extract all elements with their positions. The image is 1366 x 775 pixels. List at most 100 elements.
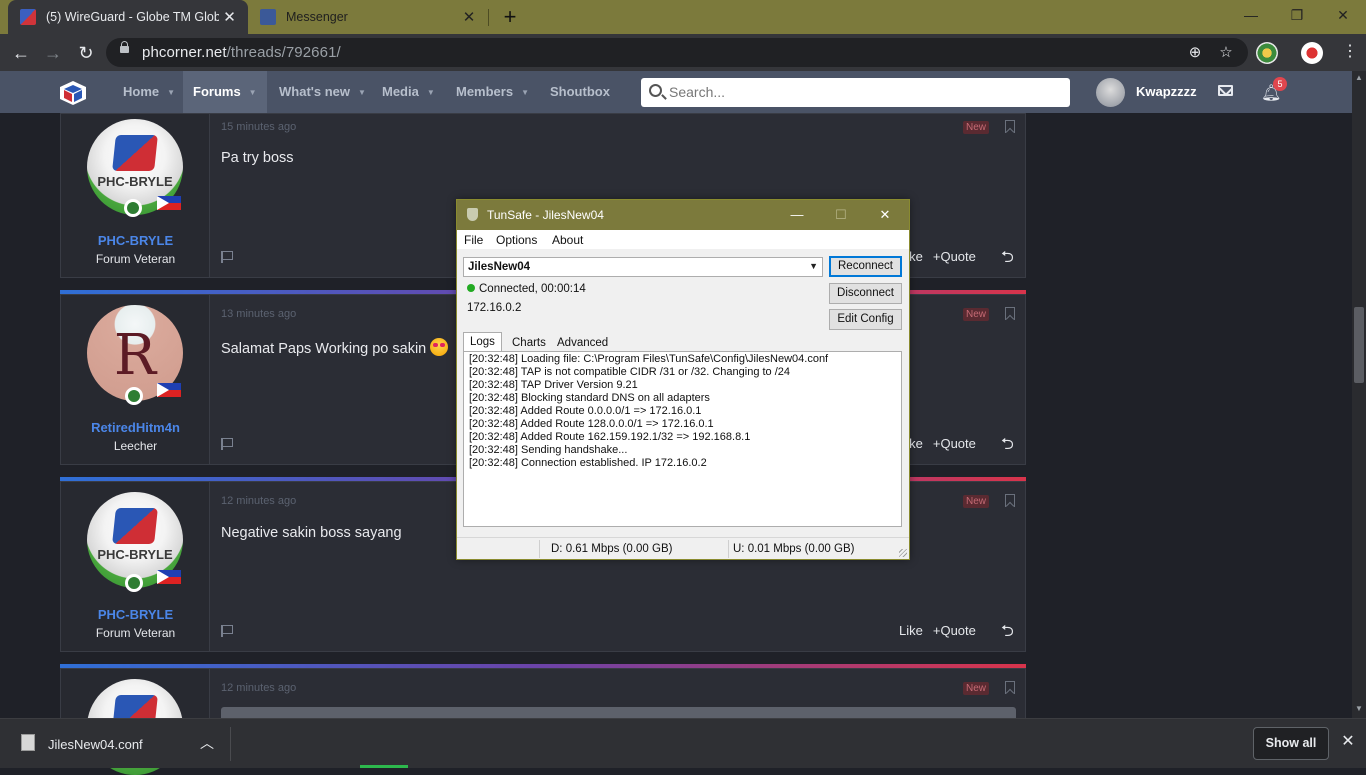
bookmark-icon[interactable] xyxy=(1005,120,1015,133)
scroll-up-icon[interactable]: ▲ xyxy=(1352,71,1366,85)
phcorner-logo-icon[interactable] xyxy=(58,79,88,107)
resize-grip-icon[interactable] xyxy=(899,549,907,557)
post-username[interactable]: PHC-BRYLE xyxy=(61,607,210,622)
post-username[interactable]: RetiredHitm4n xyxy=(61,420,210,435)
tunsafe-maximize-button[interactable]: ☐ xyxy=(819,200,863,230)
page-scrollbar[interactable]: ▲ ▼ xyxy=(1352,71,1366,718)
quote-button[interactable]: +Quote xyxy=(933,249,976,264)
url-path: /threads/792661/ xyxy=(226,44,341,61)
report-flag-icon[interactable] xyxy=(221,625,233,637)
reload-icon[interactable]: ↻ xyxy=(73,40,99,66)
phc-cube-icon xyxy=(112,508,158,544)
chevron-down-icon[interactable]: ▼ xyxy=(809,261,818,271)
tunsafe-minimize-button[interactable]: — xyxy=(775,200,819,230)
quote-button[interactable]: +Quote xyxy=(933,623,976,638)
tab-wireguard[interactable]: (5) WireGuard - Globe TM Globe ✕ xyxy=(8,0,248,34)
message-text: Salamat Paps Working po sakin xyxy=(221,341,427,357)
tunsafe-close-button[interactable]: ✕ xyxy=(863,200,907,230)
nav-label: Members xyxy=(456,84,514,99)
menu-options[interactable]: Options xyxy=(496,233,537,247)
download-file-name[interactable]: JilesNew04.conf xyxy=(48,737,143,752)
reconnect-button[interactable]: Reconnect xyxy=(829,256,902,277)
extension-icon[interactable] xyxy=(1256,42,1278,64)
bookmark-icon[interactable] xyxy=(1005,307,1015,320)
nav-media[interactable]: Media ▼ xyxy=(382,71,435,113)
back-arrow-icon[interactable]: ← xyxy=(8,40,34,66)
bookmark-icon[interactable] xyxy=(1005,494,1015,507)
upload-rate: U: 0.01 Mbps (0.00 GB) xyxy=(733,543,855,555)
chevron-down-icon[interactable]: ▼ xyxy=(249,72,257,114)
scroll-down-icon[interactable]: ▼ xyxy=(1352,702,1366,716)
close-shelf-icon[interactable]: ✕ xyxy=(1338,732,1358,752)
disconnect-button[interactable]: Disconnect xyxy=(829,283,902,304)
new-badge: New xyxy=(963,495,990,508)
window-close-button[interactable]: ✕ xyxy=(1320,0,1366,30)
scrollbar-thumb[interactable] xyxy=(1354,307,1364,383)
quote-button[interactable]: +Quote xyxy=(933,436,976,451)
nav-home[interactable]: Home ▼ xyxy=(123,71,175,113)
site-search-input[interactable]: Search... xyxy=(641,78,1070,107)
tab-close-icon[interactable]: ✕ xyxy=(219,8,240,26)
url-text[interactable]: phcorner.net/threads/792661/ xyxy=(142,44,341,61)
chevron-up-icon[interactable]: ︿ xyxy=(200,733,214,753)
bookmark-icon[interactable] xyxy=(1005,681,1015,694)
connection-status-text: Connected, 00:00:14 xyxy=(479,283,586,295)
report-flag-icon[interactable] xyxy=(221,438,233,450)
tunsafe-tabs: Logs Charts Advanced xyxy=(463,332,903,353)
chevron-down-icon[interactable]: ▼ xyxy=(358,72,366,114)
menu-about[interactable]: About xyxy=(552,233,583,247)
post-username[interactable]: PHC-BRYLE xyxy=(61,233,210,248)
config-select[interactable]: JilesNew04 ▼ xyxy=(463,257,823,277)
menu-file[interactable]: File xyxy=(464,233,483,247)
edit-config-button[interactable]: Edit Config xyxy=(829,309,902,330)
post-message: Pa try boss xyxy=(221,150,294,166)
chevron-down-icon[interactable]: ▼ xyxy=(167,72,175,114)
window-minimize-button[interactable]: — xyxy=(1228,0,1274,30)
reply-icon[interactable]: ⮌ xyxy=(1001,620,1014,647)
chevron-down-icon[interactable]: ▼ xyxy=(521,72,529,114)
tab-logs[interactable]: Logs xyxy=(463,332,502,353)
address-bar[interactable]: phcorner.net/threads/792661/ ⊕ ☆ xyxy=(106,38,1248,67)
browser-menu-icon[interactable]: ⋮ xyxy=(1342,40,1358,66)
avatar-label: PHC-BRYLE xyxy=(97,174,173,189)
nav-members[interactable]: Members ▼ xyxy=(456,71,529,113)
post-actions: Like +Quote xyxy=(899,623,986,638)
tunsafe-status-bar: D: 0.61 Mbps (0.00 GB) U: 0.01 Mbps (0.0… xyxy=(457,537,909,559)
username[interactable]: Kwapzzzz xyxy=(1136,71,1197,113)
chevron-down-icon[interactable]: ▼ xyxy=(427,72,435,114)
reply-icon[interactable]: ⮌ xyxy=(1001,246,1014,273)
new-tab-icon[interactable]: + xyxy=(498,4,522,30)
install-app-icon[interactable]: ⊕ xyxy=(1186,44,1204,62)
log-panel[interactable]: [20:32:48] Loading file: C:\Program File… xyxy=(463,351,902,527)
browser-toolbar: ← → ↻ phcorner.net/threads/792661/ ⊕ ☆ ⋮ xyxy=(0,34,1366,71)
post-time[interactable]: 15 minutes ago xyxy=(221,121,296,133)
new-badge: New xyxy=(963,308,990,321)
inbox-envelope-icon[interactable] xyxy=(1218,85,1233,96)
forward-arrow-icon[interactable]: → xyxy=(40,40,66,66)
post-time[interactable]: 13 minutes ago xyxy=(221,308,296,320)
browser-tab-strip: (5) WireGuard - Globe TM Globe ✕ Messeng… xyxy=(0,0,1366,34)
tab-messenger[interactable]: Messenger ✕ xyxy=(252,0,488,34)
bookmark-star-icon[interactable]: ☆ xyxy=(1217,44,1235,62)
philippines-flag-icon xyxy=(157,383,181,397)
report-flag-icon[interactable] xyxy=(221,251,233,263)
nav-forums[interactable]: Forums ▼ xyxy=(183,71,267,113)
profile-extension-icon[interactable] xyxy=(1301,42,1323,64)
post-time[interactable]: 12 minutes ago xyxy=(221,682,296,694)
reply-icon[interactable]: ⮌ xyxy=(1001,433,1014,460)
nav-shoutbox[interactable]: Shoutbox xyxy=(550,71,610,113)
log-line: [20:32:48] Blocking standard DNS on all … xyxy=(469,392,710,404)
show-all-button[interactable]: Show all xyxy=(1253,727,1329,760)
tab-close-icon[interactable]: ✕ xyxy=(458,8,480,26)
tab-title: (5) WireGuard - Globe TM Globe xyxy=(46,10,220,24)
new-badge: New xyxy=(963,682,990,695)
window-restore-button[interactable]: ❐ xyxy=(1274,0,1320,30)
tunsafe-title-bar[interactable]: TunSafe - JilesNew04 — ☐ ✕ xyxy=(457,200,909,230)
nav-whats-new[interactable]: What's new ▼ xyxy=(279,71,366,113)
file-icon xyxy=(21,734,35,751)
like-button[interactable]: Like xyxy=(899,623,923,638)
user-avatar[interactable] xyxy=(1096,78,1125,107)
post-time[interactable]: 12 minutes ago xyxy=(221,495,296,507)
search-placeholder: Search... xyxy=(669,84,726,100)
log-line: [20:32:48] Loading file: C:\Program File… xyxy=(469,353,829,365)
